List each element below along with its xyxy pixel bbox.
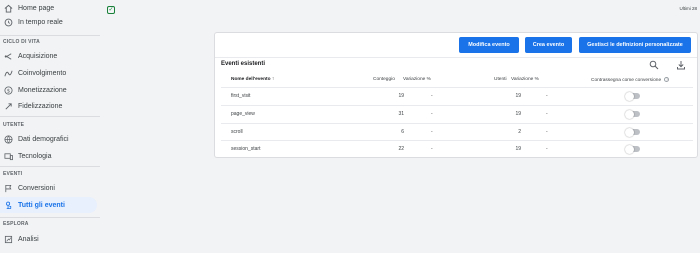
event-count: 31	[398, 111, 404, 117]
globe-icon	[3, 134, 13, 144]
column-header-label: Nome dell'evento	[231, 77, 271, 82]
sidebar-item-label: Tutti gli eventi	[18, 201, 65, 209]
dollar-icon: $	[3, 85, 13, 95]
event-count: 6	[401, 129, 404, 135]
column-header-users-change[interactable]: Variazione %	[511, 77, 539, 82]
events-card: Modifica evento Crea evento Gestisci le …	[214, 32, 698, 158]
event-count-change: -	[431, 93, 433, 99]
conversion-toggle[interactable]	[625, 127, 640, 137]
svg-text:$: $	[6, 88, 9, 94]
clock-icon	[3, 17, 13, 27]
engagement-icon	[3, 68, 13, 78]
flag-icon	[3, 183, 13, 193]
event-count-change: -	[431, 146, 433, 152]
table-row[interactable]: first_visit 19 - 19 -	[221, 87, 693, 105]
devices-icon	[3, 151, 13, 161]
sidebar-item-acquisition[interactable]: Acquisizione	[0, 48, 97, 64]
modify-event-button[interactable]: Modifica evento	[459, 37, 519, 53]
divider	[0, 35, 100, 36]
sidebar-item-demographics[interactable]: Dati demografici	[0, 131, 97, 147]
sidebar-item-conversions[interactable]: Conversioni	[0, 180, 97, 196]
event-users: 19	[515, 93, 521, 99]
section-label-events: EVENTI	[3, 171, 23, 177]
column-header-conversion[interactable]: Contrassegna come conversione ?	[591, 77, 670, 83]
date-range-label[interactable]: Ultimi 28	[679, 6, 697, 11]
check-square-icon[interactable]: ✓	[107, 6, 115, 14]
sidebar-item-label: Conversioni	[18, 184, 55, 192]
touch-icon	[3, 200, 13, 210]
sidebar-item-label: Fidelizzazione	[18, 102, 63, 110]
event-name: first_visit	[231, 93, 251, 99]
section-label-explore: ESPLORA	[3, 221, 29, 227]
event-users: 19	[515, 111, 521, 117]
sidebar-item-label: Analisi	[18, 235, 39, 243]
event-name: page_view	[231, 111, 255, 117]
event-count-change: -	[431, 111, 433, 117]
sidebar-item-label: Coinvolgimento	[18, 69, 67, 77]
help-icon[interactable]: ?	[664, 77, 670, 82]
retention-icon	[3, 101, 13, 111]
conversion-toggle[interactable]	[625, 91, 640, 101]
sidebar-item-label: Monetizzazione	[18, 86, 67, 94]
sidebar: Home page In tempo reale CICLO DI VITA A…	[0, 0, 100, 253]
event-users: 19	[515, 146, 521, 152]
sidebar-item-retention[interactable]: Fidelizzazione	[0, 98, 97, 114]
table-row[interactable]: scroll 6 - 2 -	[221, 123, 693, 141]
table-row[interactable]: session_start 22 - 19 -	[221, 140, 693, 158]
manage-definitions-button[interactable]: Gestisci le definizioni personalizzate	[579, 37, 691, 53]
search-icon[interactable]	[649, 60, 659, 70]
divider	[0, 217, 100, 218]
column-header-users[interactable]: Utenti	[494, 77, 507, 82]
event-users-change: -	[546, 146, 548, 152]
divider	[0, 116, 100, 117]
column-header-label: Contrassegna come conversione	[591, 78, 662, 83]
conversion-toggle[interactable]	[625, 109, 640, 119]
event-count-change: -	[431, 129, 433, 135]
analysis-icon	[3, 234, 13, 244]
card-title: Eventi esistenti	[221, 61, 266, 67]
column-header-count[interactable]: Conteggio	[373, 77, 395, 82]
conversion-toggle[interactable]	[625, 144, 640, 154]
section-label-lifecycle: CICLO DI VITA	[3, 39, 40, 45]
sidebar-item-engagement[interactable]: Coinvolgimento	[0, 65, 97, 81]
event-users-change: -	[546, 129, 548, 135]
sidebar-item-label: Home page	[18, 4, 55, 12]
download-icon[interactable]	[676, 60, 686, 70]
home-icon	[3, 3, 13, 13]
section-label-user: UTENTE	[3, 122, 25, 128]
event-count: 19	[398, 93, 404, 99]
sidebar-item-label: Tecnologia	[18, 152, 52, 160]
sidebar-item-all-events[interactable]: Tutti gli eventi	[0, 197, 97, 213]
column-header-count-change[interactable]: Variazione %	[403, 77, 431, 82]
event-name: scroll	[231, 129, 243, 135]
divider	[0, 166, 100, 167]
event-users: 2	[518, 129, 521, 135]
sidebar-item-realtime[interactable]: In tempo reale	[0, 14, 97, 30]
event-users-change: -	[546, 93, 548, 99]
sidebar-item-label: Acquisizione	[18, 52, 58, 60]
column-header-name[interactable]: Nome dell'evento ↑	[231, 77, 274, 82]
event-name: session_start	[231, 146, 261, 152]
sidebar-item-label: In tempo reale	[18, 18, 63, 26]
acquisition-icon	[3, 51, 13, 61]
event-count: 22	[398, 146, 404, 152]
sidebar-item-analysis[interactable]: Analisi	[0, 231, 97, 247]
divider	[215, 57, 697, 58]
sidebar-item-technology[interactable]: Tecnologia	[0, 148, 97, 164]
create-event-button[interactable]: Crea evento	[525, 37, 572, 53]
event-users-change: -	[546, 111, 548, 117]
sidebar-item-label: Dati demografici	[18, 135, 69, 143]
table-row[interactable]: page_view 31 - 19 -	[221, 105, 693, 123]
sidebar-item-monetization[interactable]: $ Monetizzazione	[0, 82, 97, 98]
arrow-up-icon: ↑	[271, 77, 275, 82]
